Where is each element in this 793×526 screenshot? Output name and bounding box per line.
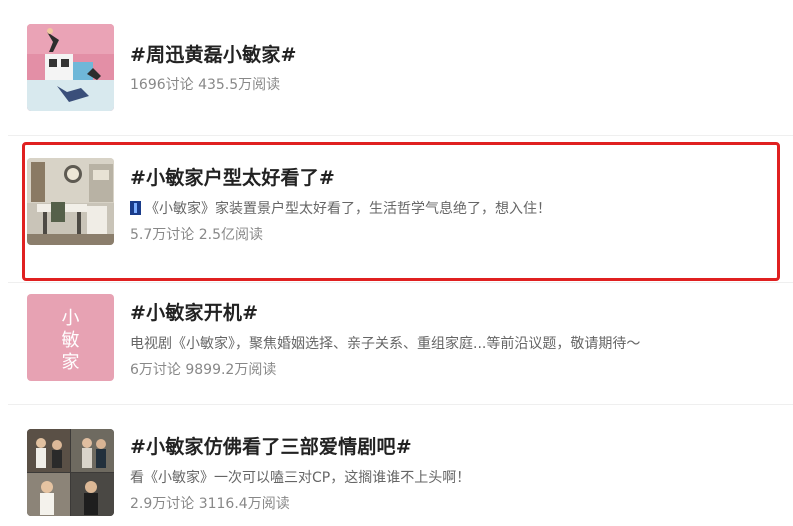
topic-description: 《小敏家》家装置景户型太好看了，生活哲学气息绝了，想入住！ [130, 198, 551, 218]
topic-description-text: 《小敏家》家装置景户型太好看了，生活哲学气息绝了，想入住！ [145, 201, 551, 217]
topic-title[interactable]: #小敏家户型太好看了# [130, 163, 335, 190]
topic-item-4[interactable]: #小敏家仿佛看了三部爱情剧吧# 看《小敏家》一次可以嗑三对CP，这搁谁谁不上头啊… [0, 405, 793, 526]
topic-list: #周迅黄磊小敏家# 1696讨论 435.5万阅读 #小敏家户型太好看了# 《小… [0, 0, 793, 526]
topic-title[interactable]: #小敏家开机# [130, 298, 258, 325]
topic-title[interactable]: #周迅黄磊小敏家# [130, 40, 297, 67]
phone-icon [130, 201, 141, 215]
topic-thumbnail[interactable] [27, 24, 114, 111]
topic-stats: 1696讨论 435.5万阅读 [130, 77, 281, 93]
topic-stats: 6万讨论 9899.2万阅读 [130, 362, 277, 378]
title-poster-image: 小敏家 [27, 294, 114, 381]
topic-thumbnail[interactable] [27, 429, 114, 516]
poster-image [27, 24, 114, 111]
topic-title[interactable]: #小敏家仿佛看了三部爱情剧吧# [130, 432, 412, 459]
topic-stats: 5.7万讨论 2.5亿阅读 [130, 227, 263, 243]
topic-item-2[interactable]: #小敏家户型太好看了# 《小敏家》家装置景户型太好看了，生活哲学气息绝了，想入住… [0, 136, 793, 282]
stills-collage-image [27, 429, 114, 516]
topic-description: 看《小敏家》一次可以嗑三对CP，这搁谁谁不上头啊！ [130, 470, 471, 486]
topic-thumbnail[interactable] [27, 158, 114, 245]
topic-stats: 2.9万讨论 3116.4万阅读 [130, 496, 290, 512]
topic-thumbnail[interactable]: 小敏家 [27, 294, 114, 381]
topic-description: 电视剧《小敏家》，聚焦婚姻选择、亲子关系、重组家庭...等前沿议题，敬请期待～ [130, 336, 641, 352]
interior-image [27, 158, 114, 245]
topic-item-1[interactable]: #周迅黄磊小敏家# 1696讨论 435.5万阅读 [0, 0, 793, 135]
poster-title-text: 小敏家 [59, 308, 80, 374]
topic-item-3[interactable]: 小敏家 #小敏家开机# 电视剧《小敏家》，聚焦婚姻选择、亲子关系、重组家庭...… [0, 283, 793, 403]
